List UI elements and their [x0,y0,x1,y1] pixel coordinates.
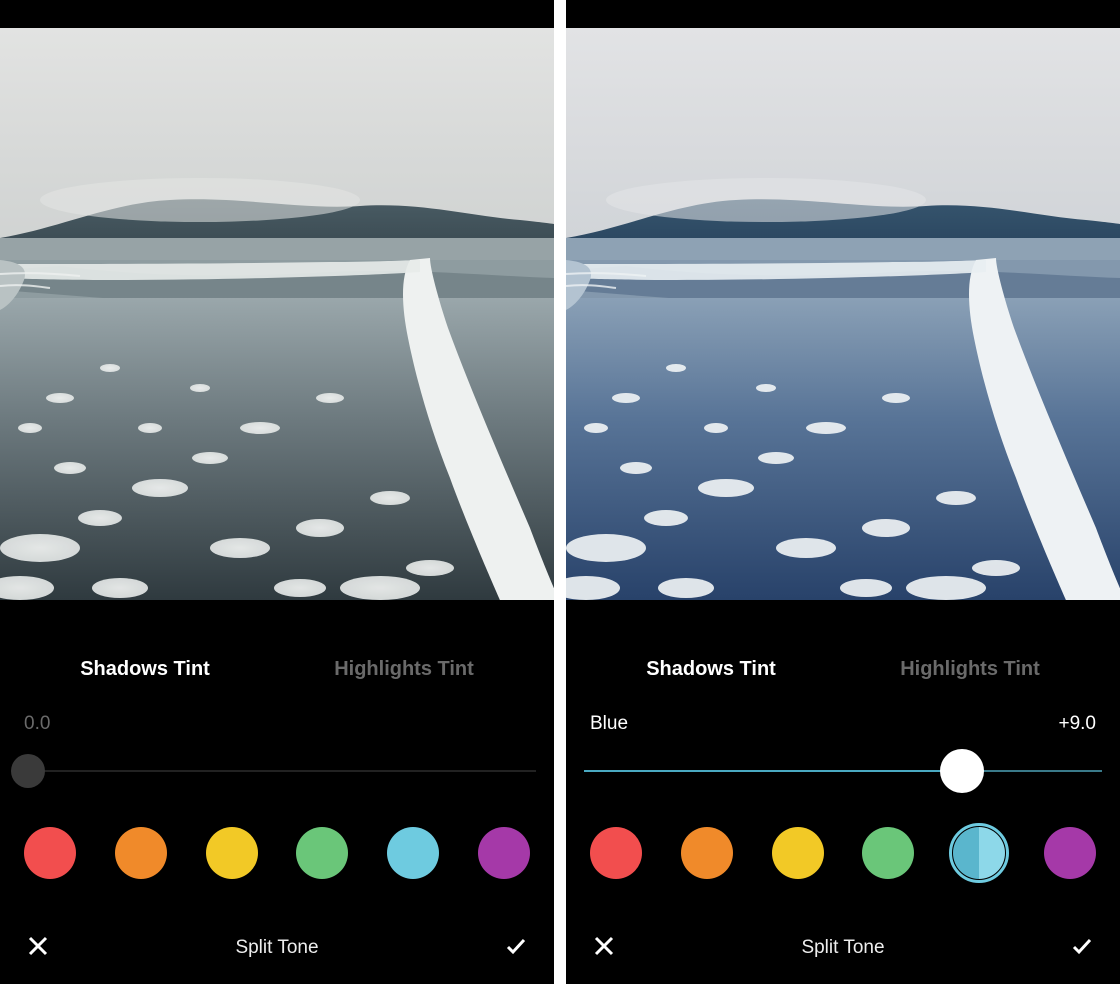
swatch-green[interactable] [296,827,348,879]
tint-tabs: Shadows Tint Highlights Tint [18,658,536,681]
slider-value-row: Blue +9.0 [584,713,1102,735]
slider-track [18,770,536,772]
swatch-green[interactable] [862,827,914,879]
cancel-button[interactable] [22,932,54,964]
swatch-purple[interactable] [1044,827,1096,879]
status-bar [566,0,1120,28]
cancel-button[interactable] [588,932,620,964]
swatch-purple[interactable] [478,827,530,879]
controls-panel: Shadows Tint Highlights Tint Blue +9.0 [566,600,1120,984]
slider-value-row: 0.0 [18,713,536,735]
photo-preview[interactable] [0,28,554,600]
bottom-bar: Split Tone [584,932,1102,964]
slider-thumb[interactable] [940,749,984,793]
swatch-orange[interactable] [115,827,167,879]
intensity-slider[interactable] [584,749,1102,793]
close-icon [592,934,616,963]
swatch-blue[interactable] [953,827,1005,879]
slider-track [584,770,1102,772]
controls-panel: Shadows Tint Highlights Tint 0.0 [0,600,554,984]
tint-tabs: Shadows Tint Highlights Tint [584,658,1102,681]
status-bar [0,0,554,28]
photo-preview[interactable] [566,28,1120,600]
slider-color-label: Blue [590,713,628,735]
check-icon [504,934,528,963]
swatch-yellow[interactable] [206,827,258,879]
swatch-red[interactable] [590,827,642,879]
slider-value-label: +9.0 [1058,713,1096,735]
swatch-orange[interactable] [681,827,733,879]
swatch-yellow[interactable] [772,827,824,879]
close-icon [26,934,50,963]
confirm-button[interactable] [1066,932,1098,964]
bottom-bar: Split Tone [18,932,536,964]
confirm-button[interactable] [500,932,532,964]
intensity-slider[interactable] [18,749,536,793]
color-swatch-row [18,827,536,879]
tab-shadows-tint[interactable]: Shadows Tint [646,658,776,681]
tab-highlights-tint[interactable]: Highlights Tint [334,658,474,681]
color-swatch-row [584,827,1102,879]
tool-title: Split Tone [801,937,884,959]
screen-left: Shadows Tint Highlights Tint 0.0 [0,0,554,984]
tab-shadows-tint[interactable]: Shadows Tint [80,658,210,681]
slider-thumb[interactable] [11,754,45,788]
screen-right: Shadows Tint Highlights Tint Blue +9.0 [566,0,1120,984]
tool-title: Split Tone [235,937,318,959]
tab-highlights-tint[interactable]: Highlights Tint [900,658,1040,681]
swatch-blue[interactable] [387,827,439,879]
swatch-red[interactable] [24,827,76,879]
check-icon [1070,934,1094,963]
slider-value-label: 0.0 [24,713,50,735]
